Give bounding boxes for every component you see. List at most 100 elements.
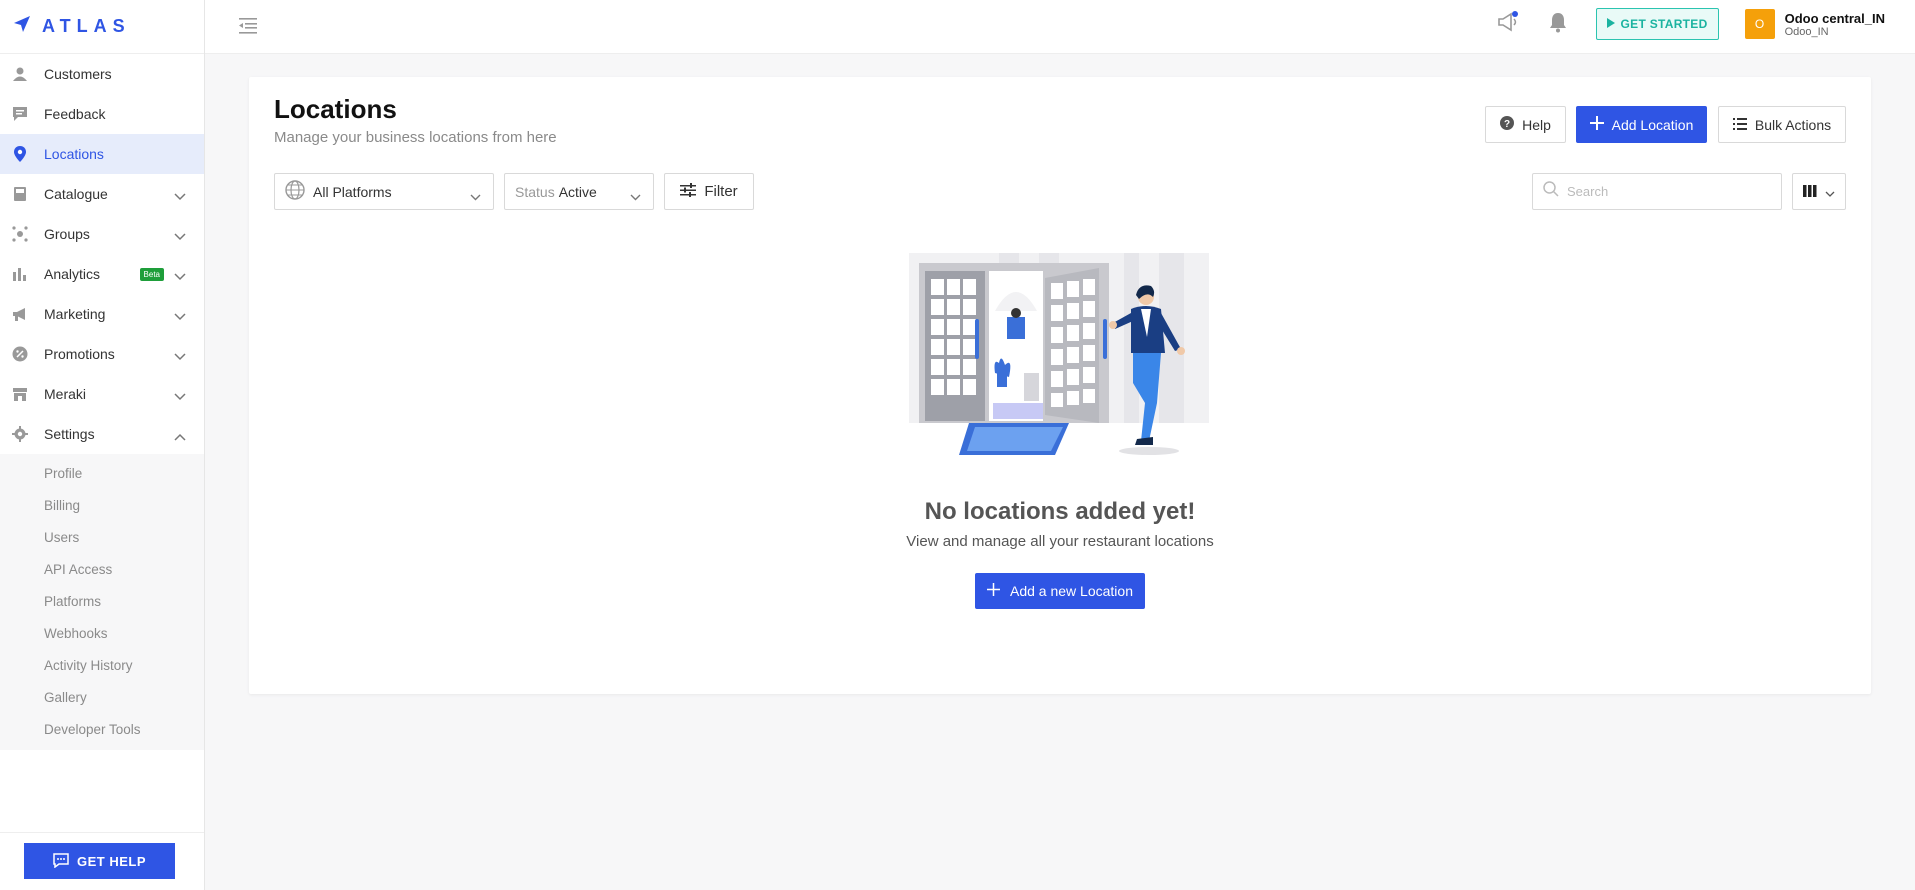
search-box[interactable]	[1532, 173, 1782, 210]
bulk-actions-button[interactable]: Bulk Actions	[1718, 106, 1846, 143]
plus-icon	[987, 583, 1000, 599]
chat-icon	[53, 852, 69, 871]
chevron-down-icon	[470, 188, 481, 204]
customers-icon	[12, 66, 28, 82]
settings-submenu: Profile Billing Users API Access Platfor…	[0, 454, 204, 750]
sidebar-item-analytics[interactable]: Analytics Beta	[0, 254, 204, 294]
sidebar-item-marketing[interactable]: Marketing	[0, 294, 204, 334]
status-label: Status	[515, 183, 555, 200]
account-sub: Odoo_IN	[1784, 25, 1829, 38]
help-button[interactable]: ? Help	[1485, 106, 1566, 143]
get-help-area: GET HELP	[0, 832, 204, 890]
sidebar-item-groups[interactable]: Groups	[0, 214, 204, 254]
sidebar-item-settings[interactable]: Settings	[0, 414, 204, 454]
account-name: Odoo central_IN	[1784, 10, 1885, 26]
platform-select[interactable]: All Platforms	[274, 173, 494, 210]
add-location-label: Add Location	[1611, 116, 1694, 133]
megaphone-icon	[12, 306, 28, 322]
sidebar-item-label: Feedback	[44, 106, 106, 122]
topbar: GET STARTED O Odoo central_IN Odoo_IN	[205, 0, 1915, 54]
sidebar: ATLAS Customers Feedback Locations Catal…	[0, 0, 205, 890]
status-value: Active	[558, 183, 597, 200]
chevron-down-icon	[630, 188, 641, 204]
sidebar-item-customers[interactable]: Customers	[0, 54, 204, 94]
beta-badge: Beta	[139, 268, 164, 281]
settings-sub-billing[interactable]: Billing	[0, 490, 204, 522]
topbar-right: GET STARTED O Odoo central_IN Odoo_IN	[1496, 8, 1885, 40]
column-view-button[interactable]	[1792, 173, 1846, 210]
list-icon	[1732, 117, 1747, 133]
chevron-down-icon	[174, 388, 186, 404]
get-started-button[interactable]: GET STARTED	[1595, 8, 1719, 40]
bell-icon[interactable]	[1548, 11, 1568, 38]
settings-sub-activity-history[interactable]: Activity History	[0, 650, 204, 682]
columns-icon	[1803, 184, 1817, 200]
sidebar-item-meraki[interactable]: Meraki	[0, 374, 204, 414]
sidebar-item-promotions[interactable]: Promotions	[0, 334, 204, 374]
avatar[interactable]: O	[1744, 9, 1775, 39]
filter-label: Filter	[704, 183, 738, 200]
menu-collapse-icon[interactable]	[237, 15, 259, 40]
chevron-up-icon	[174, 428, 186, 444]
settings-sub-developer-tools[interactable]: Developer Tools	[0, 714, 204, 746]
feedback-icon	[12, 106, 28, 122]
page-title: Locations	[274, 94, 397, 124]
page-subtitle: Manage your business locations from here	[274, 129, 557, 146]
logo[interactable]: ATLAS	[0, 0, 204, 54]
settings-sub-webhooks[interactable]: Webhooks	[0, 618, 204, 650]
promotions-icon	[12, 346, 28, 362]
gear-icon	[12, 426, 28, 442]
sidebar-item-label: Catalogue	[44, 186, 108, 202]
empty-state-text: View and manage all your restaurant loca…	[906, 533, 1214, 550]
analytics-icon	[12, 266, 28, 282]
svg-text:?: ?	[1504, 119, 1510, 130]
settings-sub-users[interactable]: Users	[0, 522, 204, 554]
settings-sub-gallery[interactable]: Gallery	[0, 682, 204, 714]
location-pin-icon	[12, 146, 28, 162]
sliders-icon	[680, 182, 697, 201]
search-icon	[1543, 181, 1559, 202]
sidebar-item-label: Customers	[44, 66, 112, 82]
filter-button[interactable]: Filter	[664, 173, 754, 210]
announcement-icon[interactable]	[1496, 10, 1520, 39]
sidebar-item-label: Analytics	[44, 266, 101, 282]
sidebar-item-label: Groups	[44, 226, 90, 242]
empty-state-illustration	[909, 253, 1209, 468]
sidebar-item-feedback[interactable]: Feedback	[0, 94, 204, 134]
groups-icon	[12, 226, 28, 242]
search-input[interactable]	[1567, 184, 1767, 199]
globe-icon	[285, 180, 305, 203]
chevron-down-icon	[174, 228, 186, 244]
sidebar-item-catalogue[interactable]: Catalogue	[0, 174, 204, 214]
sidebar-item-label: Promotions	[44, 346, 115, 362]
get-started-label: GET STARTED	[1620, 17, 1708, 31]
bulk-actions-label: Bulk Actions	[1754, 116, 1832, 133]
sidebar-item-label: Locations	[44, 146, 104, 162]
account-switcher[interactable]: Odoo central_IN Odoo_IN	[1785, 11, 1885, 38]
chevron-down-icon	[174, 348, 186, 364]
locations-card: Locations Manage your business locations…	[249, 77, 1871, 694]
question-icon: ?	[1500, 116, 1515, 133]
get-help-button[interactable]: GET HELP	[24, 843, 175, 879]
chevron-down-icon	[1825, 184, 1835, 200]
plus-icon	[1589, 116, 1604, 133]
get-help-label: GET HELP	[76, 853, 146, 869]
status-select[interactable]: Status Active	[504, 173, 654, 210]
sidebar-item-label: Marketing	[44, 306, 106, 322]
settings-sub-profile[interactable]: Profile	[0, 458, 204, 490]
brand-name: ATLAS	[42, 16, 131, 36]
sidebar-item-label: Settings	[44, 426, 95, 442]
sidebar-item-locations[interactable]: Locations	[0, 134, 204, 174]
empty-state-title: No locations added yet!	[924, 498, 1196, 525]
add-location-button[interactable]: Add Location	[1576, 106, 1707, 143]
store-icon	[12, 386, 28, 402]
settings-sub-api-access[interactable]: API Access	[0, 554, 204, 586]
settings-sub-platforms[interactable]: Platforms	[0, 586, 204, 618]
help-label: Help	[1522, 116, 1551, 133]
play-icon	[1606, 17, 1615, 31]
chevron-down-icon	[174, 308, 186, 324]
catalogue-icon	[12, 186, 28, 202]
platform-select-value: All Platforms	[313, 183, 392, 200]
add-new-location-button[interactable]: Add a new Location	[975, 573, 1145, 609]
paper-plane-icon	[12, 14, 32, 39]
